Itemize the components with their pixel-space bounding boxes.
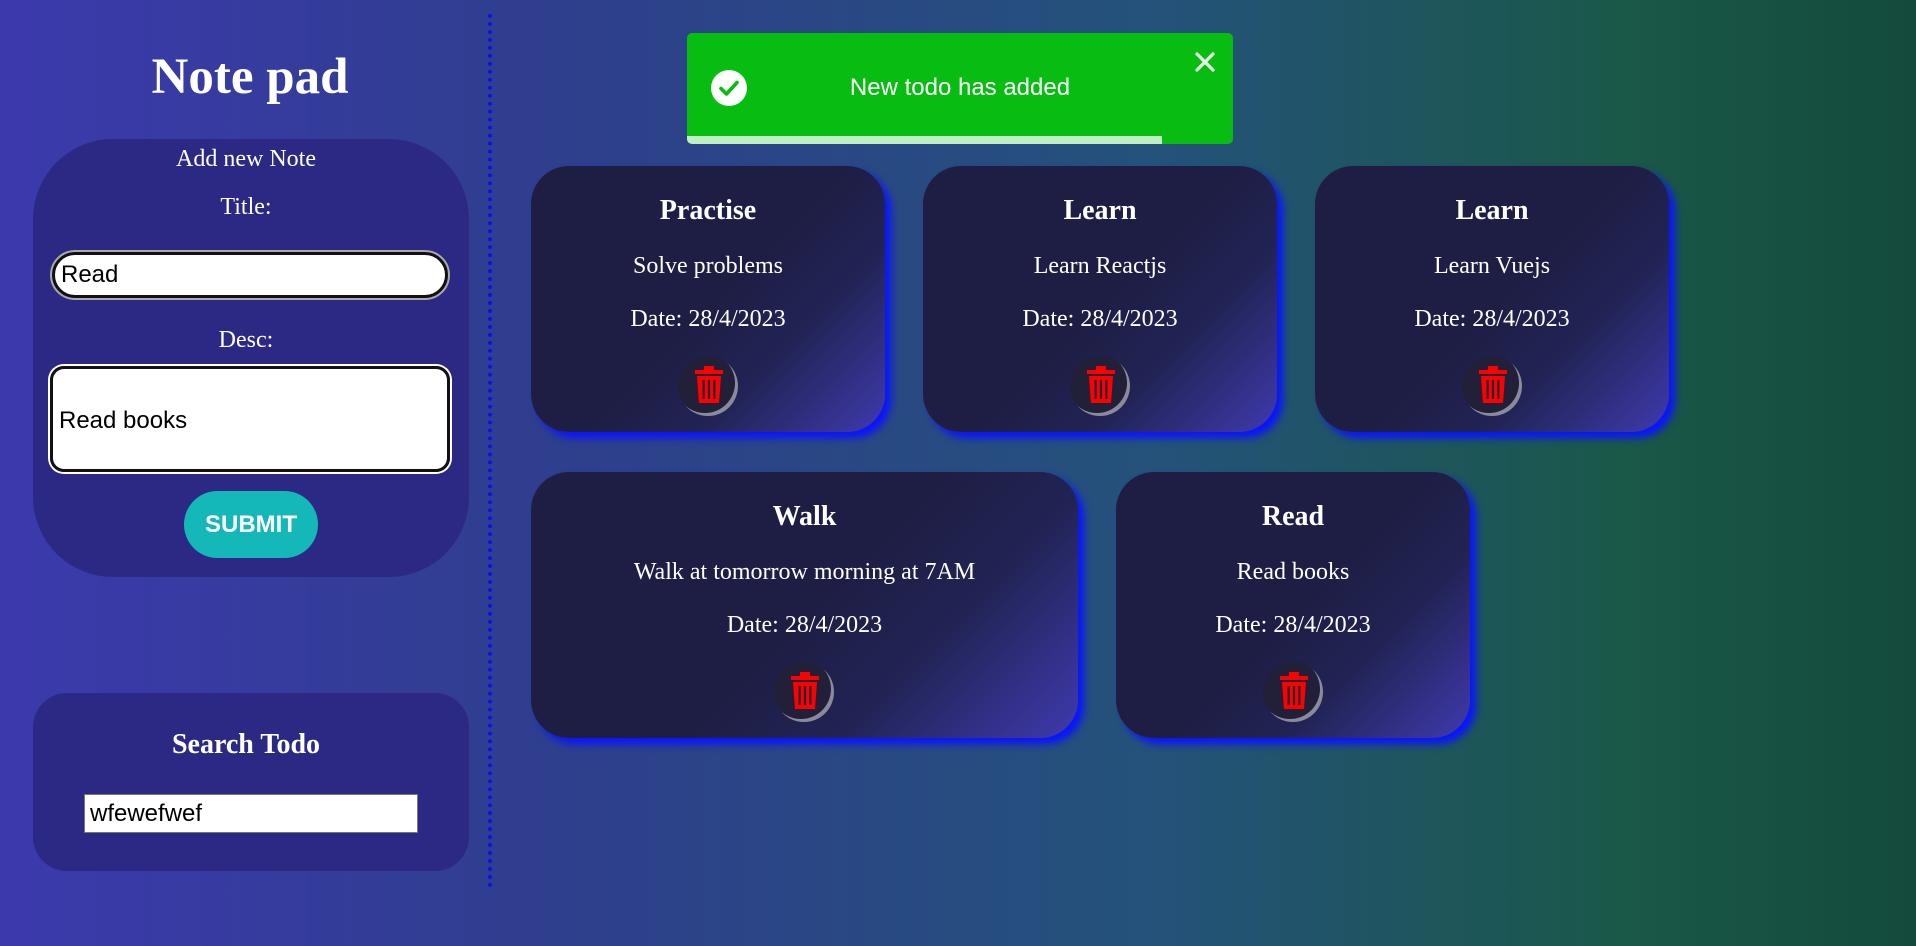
delete-button[interactable] (1263, 662, 1323, 722)
search-input[interactable] (84, 794, 418, 833)
todo-desc: Read books (1236, 559, 1350, 585)
todo-date: Date: 28/4/2023 (1022, 306, 1178, 332)
sidebar: Note pad Add new Note Title: Desc: Read … (0, 0, 492, 946)
todo-title: Practise (659, 195, 757, 226)
todo-desc: Solve problems (633, 253, 783, 279)
toast-message: New todo has added (849, 74, 1071, 101)
close-icon[interactable] (1192, 49, 1218, 75)
submit-button[interactable]: SUBMIT (184, 491, 318, 558)
todo-date: Date: 28/4/2023 (630, 306, 786, 332)
todo-title: Walk (772, 501, 837, 532)
toast-progress-bar (687, 136, 1163, 144)
todo-title: Read (1261, 501, 1325, 532)
todo-date: Date: 28/4/2023 (1414, 306, 1570, 332)
delete-button[interactable] (774, 662, 834, 722)
title-label: Title: (220, 194, 272, 220)
trash-icon (1087, 366, 1115, 403)
search-heading: Search Todo (171, 729, 321, 760)
todo-desc: Learn Reactjs (1033, 253, 1167, 279)
todo-date: Date: 28/4/2023 (1215, 612, 1371, 638)
trash-icon (791, 672, 819, 709)
desc-label: Desc: (218, 327, 274, 353)
trash-icon (1280, 672, 1308, 709)
todo-card: Practise Solve problems Date: 28/4/2023 (531, 166, 885, 432)
divider (488, 14, 492, 888)
desc-textarea[interactable]: Read books (50, 366, 450, 472)
todo-desc: Learn Vuejs (1433, 253, 1551, 279)
trash-icon (1479, 366, 1507, 403)
trash-icon (695, 366, 723, 403)
todo-card: Learn Learn Reactjs Date: 28/4/2023 (923, 166, 1277, 432)
todo-date: Date: 28/4/2023 (726, 612, 883, 638)
todo-desc: Walk at tomorrow morning at 7AM (633, 559, 976, 585)
todo-card: Learn Learn Vuejs Date: 28/4/2023 (1315, 166, 1669, 432)
check-circle-icon (711, 70, 747, 106)
todo-card: Read Read books Date: 28/4/2023 (1116, 472, 1470, 738)
delete-button[interactable] (1070, 356, 1130, 416)
add-note-heading: Add new Note (176, 146, 316, 172)
todo-title: Learn (1455, 195, 1529, 226)
delete-button[interactable] (678, 356, 738, 416)
search-panel (33, 693, 469, 871)
app-title: Note pad (151, 49, 349, 105)
title-input[interactable] (50, 250, 450, 300)
delete-button[interactable] (1462, 356, 1522, 416)
toast-notification: New todo has added (687, 33, 1233, 144)
todo-title: Learn (1063, 195, 1137, 226)
todo-card: Walk Walk at tomorrow morning at 7AM Dat… (531, 472, 1078, 738)
